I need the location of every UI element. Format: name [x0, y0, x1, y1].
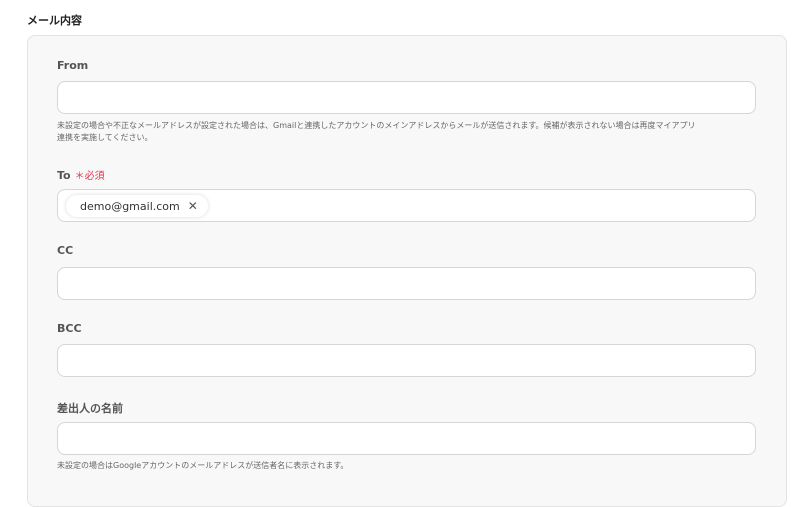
sender-name-hint: 未設定の場合はGoogleアカウントのメールアドレスが送信者名に表示されます。: [57, 461, 349, 470]
required-mark: ＊必須: [74, 171, 105, 182]
from-label: From: [57, 59, 89, 72]
email-chip: demo@gmail.com ✕: [66, 195, 208, 217]
from-hint-line2: 連携を実施してください。: [57, 133, 153, 142]
section-title: メール内容: [27, 14, 82, 27]
to-field[interactable]: demo@gmail.com ✕: [57, 189, 756, 222]
bcc-label: BCC: [57, 322, 82, 335]
sender-name-label: 差出人の名前: [57, 402, 123, 415]
bcc-field[interactable]: [57, 344, 756, 377]
from-hint: 未設定の場合や不正なメールアドレスが設定された場合は、Gmailと連携したアカウ…: [57, 120, 757, 144]
to-label: To ＊必須: [57, 167, 105, 182]
chip-close-icon[interactable]: ✕: [188, 199, 198, 213]
cc-label: CC: [57, 244, 74, 257]
from-hint-line1: 未設定の場合や不正なメールアドレスが設定された場合は、Gmailと連携したアカウ…: [57, 121, 696, 130]
from-field[interactable]: [57, 81, 756, 114]
to-label-text: To: [57, 169, 71, 182]
cc-field[interactable]: [57, 267, 756, 300]
email-chip-text: demo@gmail.com: [80, 199, 180, 213]
sender-name-field[interactable]: [57, 422, 756, 455]
